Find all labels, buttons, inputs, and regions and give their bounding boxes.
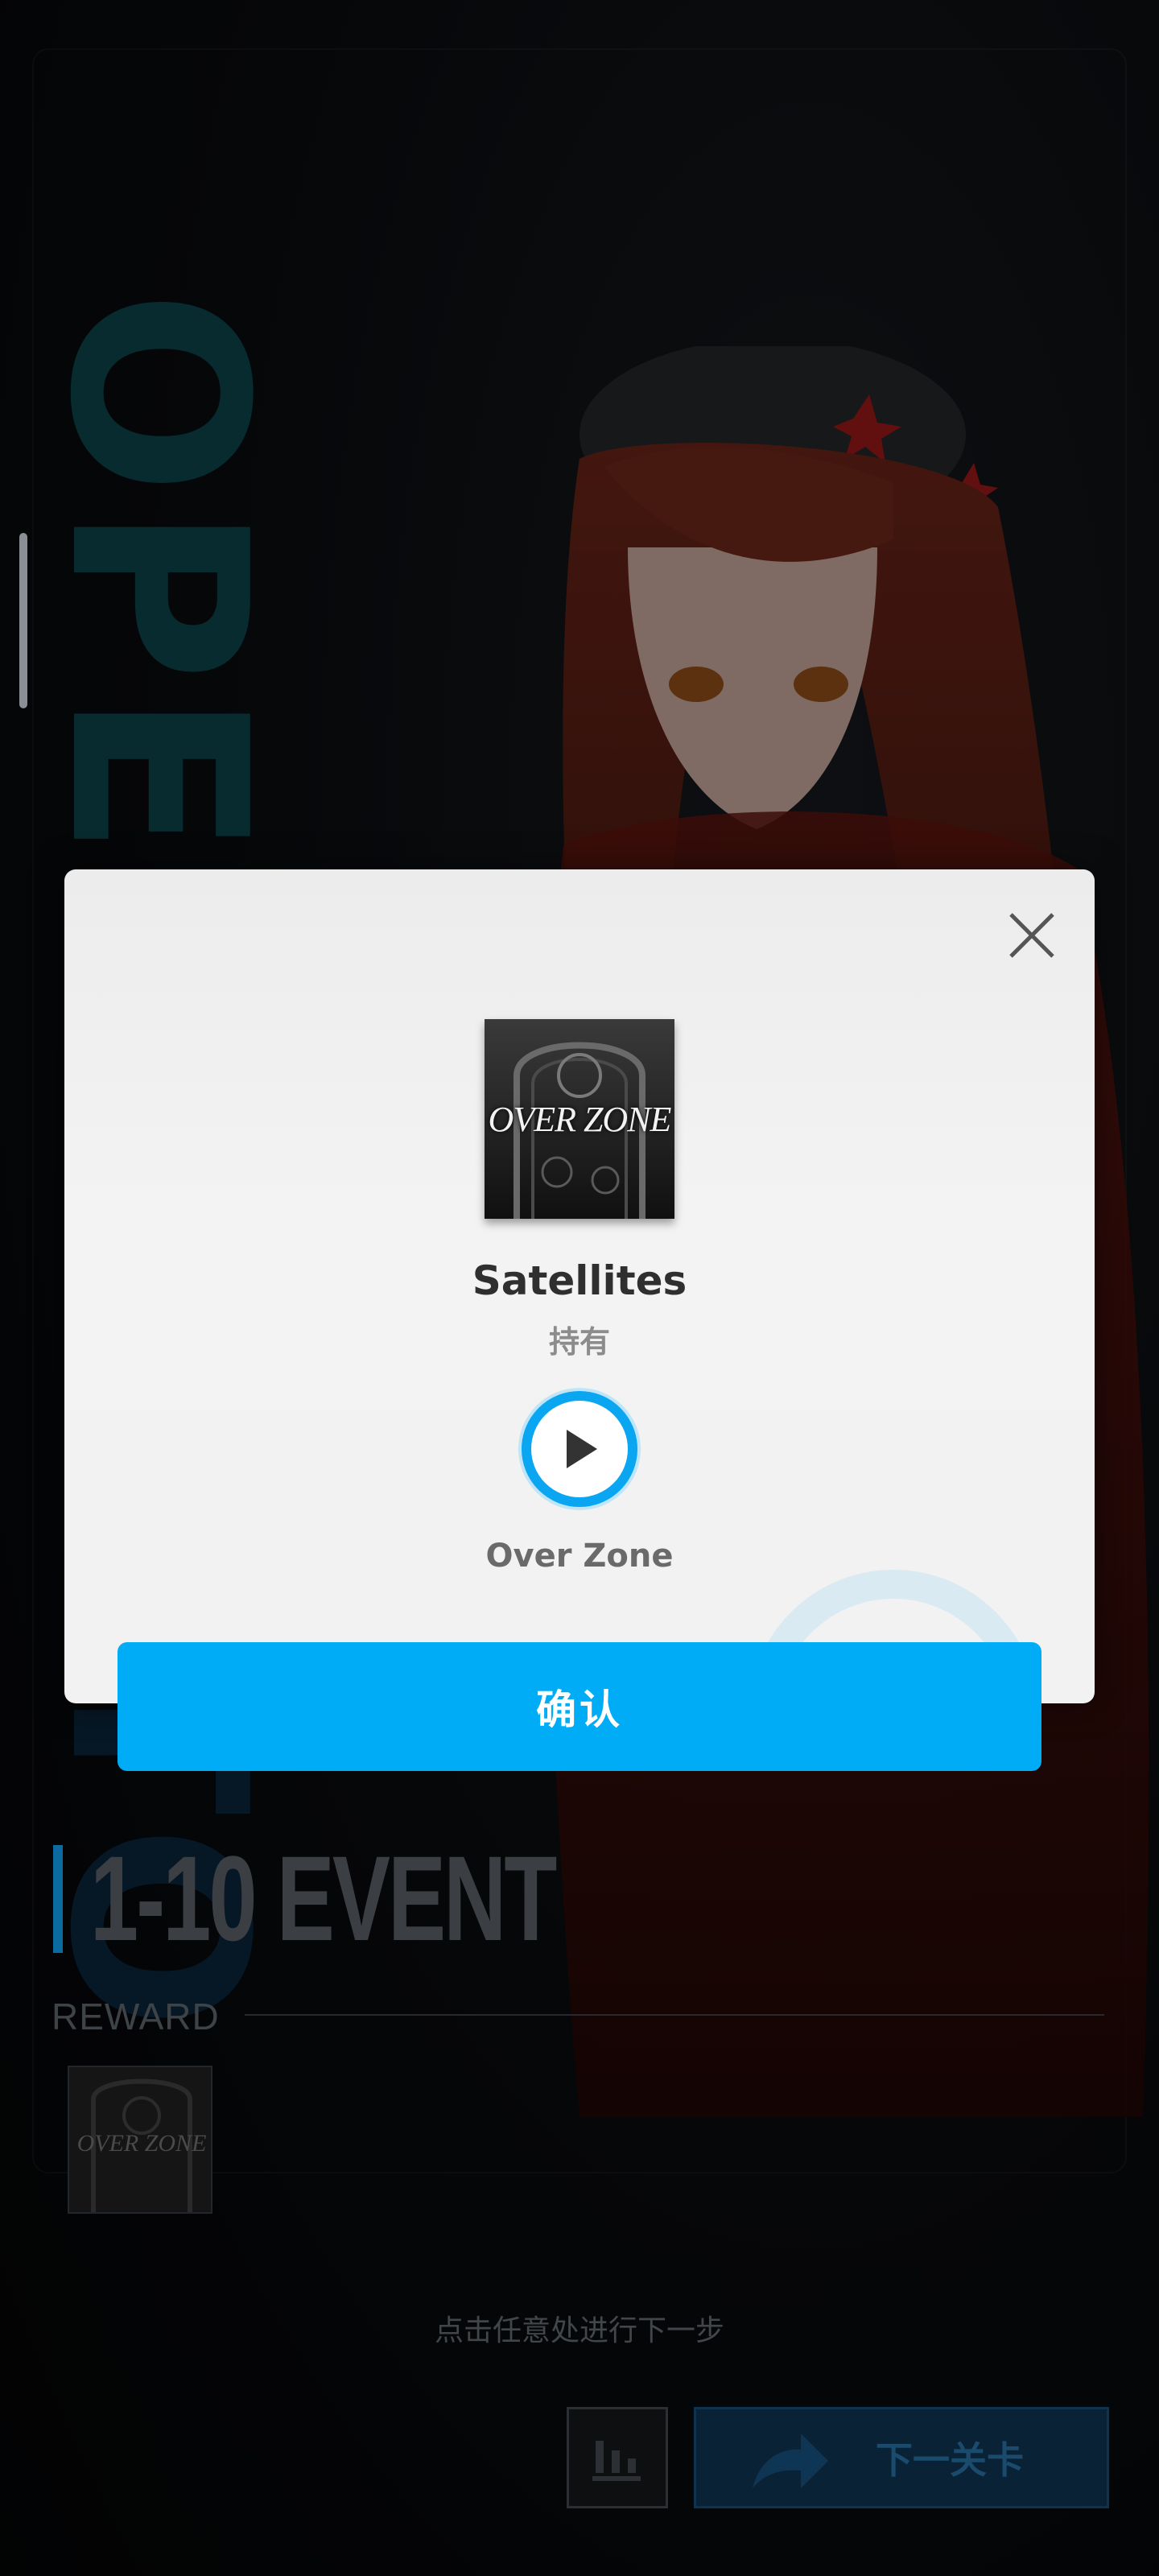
stage-accent-bar bbox=[53, 1845, 63, 1953]
stage-title: 1-10 EVENT bbox=[90, 1831, 557, 1966]
next-stage-button[interactable]: 下一关卡 bbox=[694, 2407, 1109, 2508]
album-cover: OVER ZONE bbox=[485, 1019, 674, 1219]
bar-chart-icon bbox=[592, 2441, 641, 2481]
song-title: Satellites bbox=[472, 1257, 687, 1304]
reward-item-logo: OVER ZONE bbox=[77, 2130, 207, 2157]
next-stage-label: 下一关卡 bbox=[876, 2438, 1024, 2482]
arrow-forward-icon bbox=[753, 2434, 828, 2488]
owned-status: 持有 bbox=[548, 1324, 610, 1360]
play-icon bbox=[567, 1430, 597, 1468]
reward-item-album-cover[interactable]: OVER ZONE bbox=[68, 2066, 212, 2214]
confirm-button[interactable]: 确认 bbox=[118, 1642, 1041, 1771]
tap-anywhere-hint: 点击任意处进行下一步 bbox=[434, 2314, 724, 2347]
stats-button[interactable] bbox=[567, 2407, 668, 2508]
reward-divider bbox=[245, 2014, 1104, 2016]
reward-label: REWARD bbox=[52, 1996, 220, 2037]
scroll-indicator[interactable] bbox=[19, 533, 27, 708]
close-button[interactable] bbox=[998, 902, 1066, 969]
close-icon bbox=[1009, 913, 1054, 958]
play-preview-button[interactable] bbox=[522, 1391, 637, 1507]
album-logo: OVER ZONE bbox=[488, 1099, 672, 1139]
artist-name: Over Zone bbox=[485, 1538, 674, 1575]
reward-album-art: OVER ZONE bbox=[69, 2067, 211, 2212]
